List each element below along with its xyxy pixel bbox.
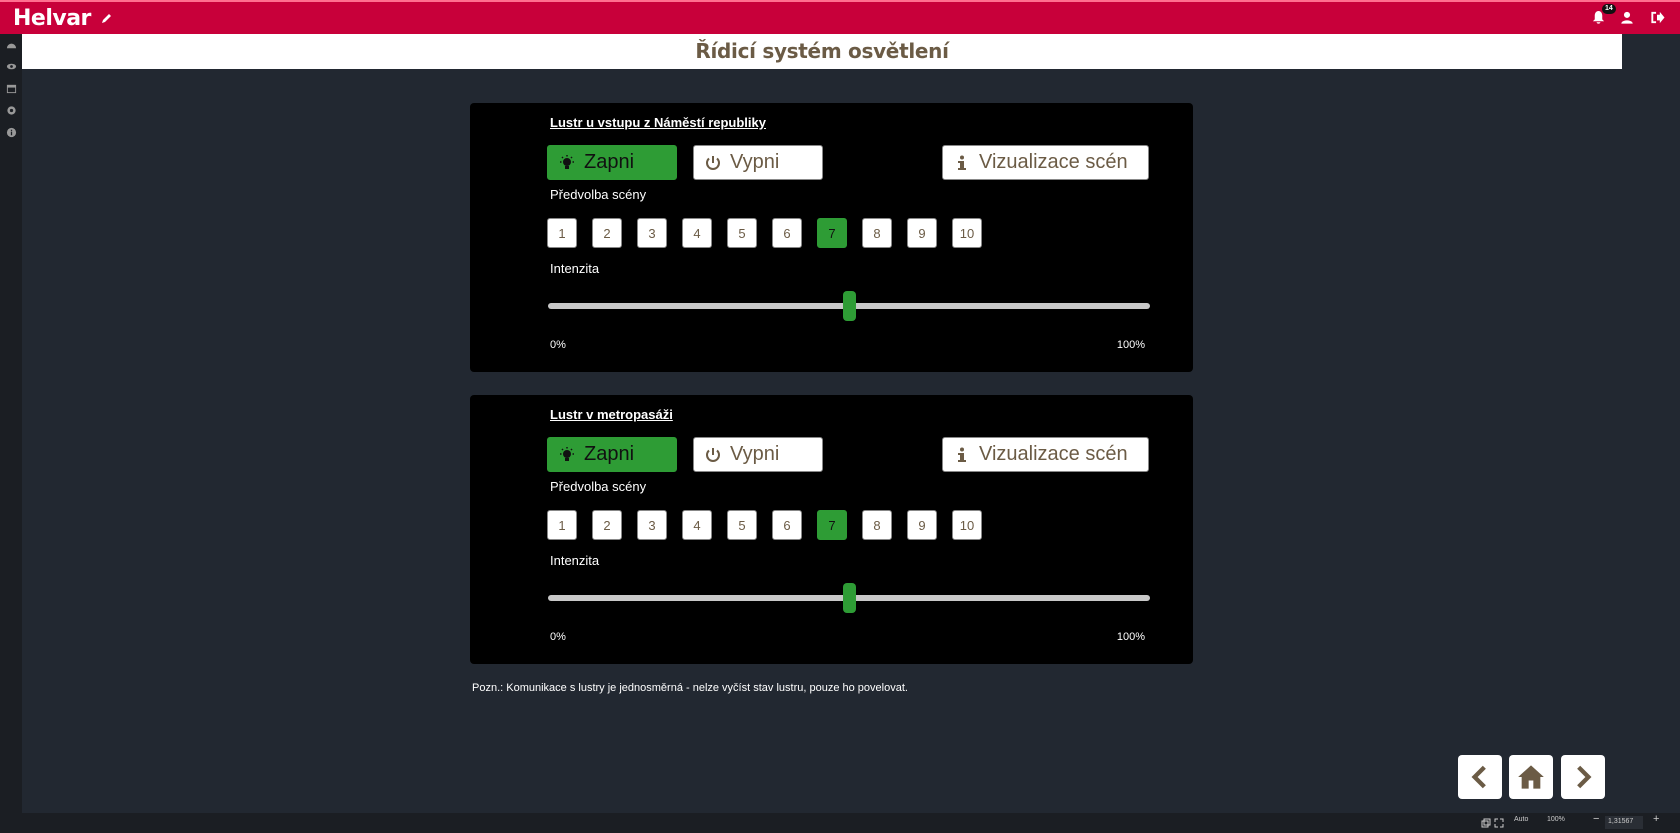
preset-buttons: 1 2 3 4 5 6 7 8 9 10 bbox=[547, 218, 982, 248]
user-button[interactable] bbox=[1620, 10, 1637, 27]
zoom-mode[interactable]: Auto bbox=[1514, 816, 1528, 823]
scene-visualization-button[interactable]: Vizualizace scén bbox=[942, 437, 1149, 472]
intensity-slider-handle[interactable] bbox=[843, 291, 856, 321]
preset-button-1[interactable]: 1 bbox=[547, 510, 577, 540]
forward-button[interactable] bbox=[1561, 755, 1605, 799]
intensity-label: Intenzita bbox=[550, 553, 600, 568]
preset-button-5[interactable]: 5 bbox=[727, 218, 757, 248]
user-icon bbox=[1621, 11, 1633, 24]
slider-min-label: 0% bbox=[550, 631, 566, 643]
preset-button-5[interactable]: 5 bbox=[727, 510, 757, 540]
zoom-level[interactable]: 100% bbox=[1547, 816, 1565, 823]
zoom-in-button[interactable]: + bbox=[1653, 813, 1659, 825]
preset-button-7[interactable]: 7 bbox=[817, 510, 847, 540]
logout-icon bbox=[1651, 11, 1665, 24]
preset-button-3[interactable]: 3 bbox=[637, 218, 667, 248]
app-logo[interactable]: Helvar bbox=[13, 6, 91, 31]
calendar-icon[interactable] bbox=[6, 83, 17, 94]
scene-visualization-label: Vizualizace scén bbox=[979, 151, 1128, 173]
turn-off-button[interactable]: Vypni bbox=[693, 145, 823, 180]
intensity-slider-handle[interactable] bbox=[843, 583, 856, 613]
preset-label: Předvolba scény bbox=[550, 187, 647, 202]
preset-button-2[interactable]: 2 bbox=[592, 510, 622, 540]
preset-button-8[interactable]: 8 bbox=[862, 218, 892, 248]
turn-on-label: Zapni bbox=[584, 443, 635, 465]
power-icon bbox=[706, 155, 720, 170]
info-icon bbox=[958, 155, 966, 170]
intensity-label: Intenzita bbox=[550, 261, 600, 276]
chandelier-panel: Lustr u vstupu z Náměstí republiky Zapni… bbox=[470, 103, 1193, 372]
status-bar: Auto 100% − 1,31567 + bbox=[0, 813, 1680, 833]
dashboard-icon[interactable] bbox=[6, 40, 17, 51]
preset-button-4[interactable]: 4 bbox=[682, 510, 712, 540]
lightbulb-icon bbox=[560, 446, 574, 461]
page-title: Řídicí systém osvětlení bbox=[695, 39, 949, 63]
scale-input[interactable]: 1,31567 bbox=[1605, 816, 1643, 829]
top-bar: Helvar 14 bbox=[0, 0, 1680, 34]
preset-button-4[interactable]: 4 bbox=[682, 218, 712, 248]
slider-max-label: 100% bbox=[1116, 339, 1145, 351]
title-bar: Řídicí systém osvětlení bbox=[22, 34, 1622, 69]
preset-button-2[interactable]: 2 bbox=[592, 218, 622, 248]
note-text: Pozn.: Komunikace s lustry je jednosměrn… bbox=[472, 682, 908, 694]
scene-visualization-label: Vizualizace scén bbox=[979, 443, 1128, 465]
preset-button-8[interactable]: 8 bbox=[862, 510, 892, 540]
lightbulb-icon bbox=[560, 154, 574, 169]
fullscreen-icon[interactable] bbox=[1494, 818, 1504, 828]
turn-on-button[interactable]: Zapni bbox=[547, 145, 677, 180]
turn-on-label: Zapni bbox=[584, 151, 635, 173]
chevron-right-icon bbox=[1577, 765, 1592, 789]
preset-buttons: 1 2 3 4 5 6 7 8 9 10 bbox=[547, 510, 982, 540]
home-button[interactable] bbox=[1509, 755, 1553, 799]
home-icon bbox=[1518, 765, 1544, 789]
zoom-out-button[interactable]: − bbox=[1593, 813, 1599, 825]
preset-label: Předvolba scény bbox=[550, 479, 647, 494]
info-circle-icon[interactable] bbox=[6, 127, 17, 138]
preset-button-9[interactable]: 9 bbox=[907, 510, 937, 540]
preset-button-7[interactable]: 7 bbox=[817, 218, 847, 248]
top-right-actions: 14 bbox=[1591, 4, 1666, 27]
preset-button-10[interactable]: 10 bbox=[952, 218, 982, 248]
chandelier-panel: Lustr v metropasáži Zapni Vypni Vizualiz… bbox=[470, 395, 1193, 664]
slider-max-label: 100% bbox=[1116, 631, 1145, 643]
scene-visualization-button[interactable]: Vizualizace scén bbox=[942, 145, 1149, 180]
slider-min-label: 0% bbox=[550, 339, 566, 351]
panel-title: Lustr u vstupu z Náměstí republiky bbox=[550, 115, 766, 130]
preset-button-6[interactable]: 6 bbox=[772, 510, 802, 540]
preset-button-1[interactable]: 1 bbox=[547, 218, 577, 248]
turn-off-label: Vypni bbox=[730, 151, 780, 173]
logout-button[interactable] bbox=[1649, 10, 1666, 27]
notifications-button[interactable]: 14 bbox=[1591, 4, 1616, 27]
preset-button-9[interactable]: 9 bbox=[907, 218, 937, 248]
sidebar bbox=[0, 34, 22, 813]
turn-on-button[interactable]: Zapni bbox=[547, 437, 677, 472]
notification-badge: 14 bbox=[1602, 4, 1616, 14]
panel-title: Lustr v metropasáži bbox=[550, 407, 673, 422]
gear-icon[interactable] bbox=[6, 105, 17, 116]
turn-off-label: Vypni bbox=[730, 443, 780, 465]
preset-button-6[interactable]: 6 bbox=[772, 218, 802, 248]
pencil-icon[interactable] bbox=[101, 12, 113, 24]
info-icon bbox=[958, 447, 966, 462]
eye-icon[interactable] bbox=[6, 61, 17, 72]
chevron-left-icon bbox=[1471, 765, 1486, 789]
power-icon bbox=[706, 447, 720, 462]
turn-off-button[interactable]: Vypni bbox=[693, 437, 823, 472]
preset-button-3[interactable]: 3 bbox=[637, 510, 667, 540]
preset-button-10[interactable]: 10 bbox=[952, 510, 982, 540]
back-button[interactable] bbox=[1458, 755, 1502, 799]
window-icon[interactable] bbox=[1481, 818, 1491, 828]
